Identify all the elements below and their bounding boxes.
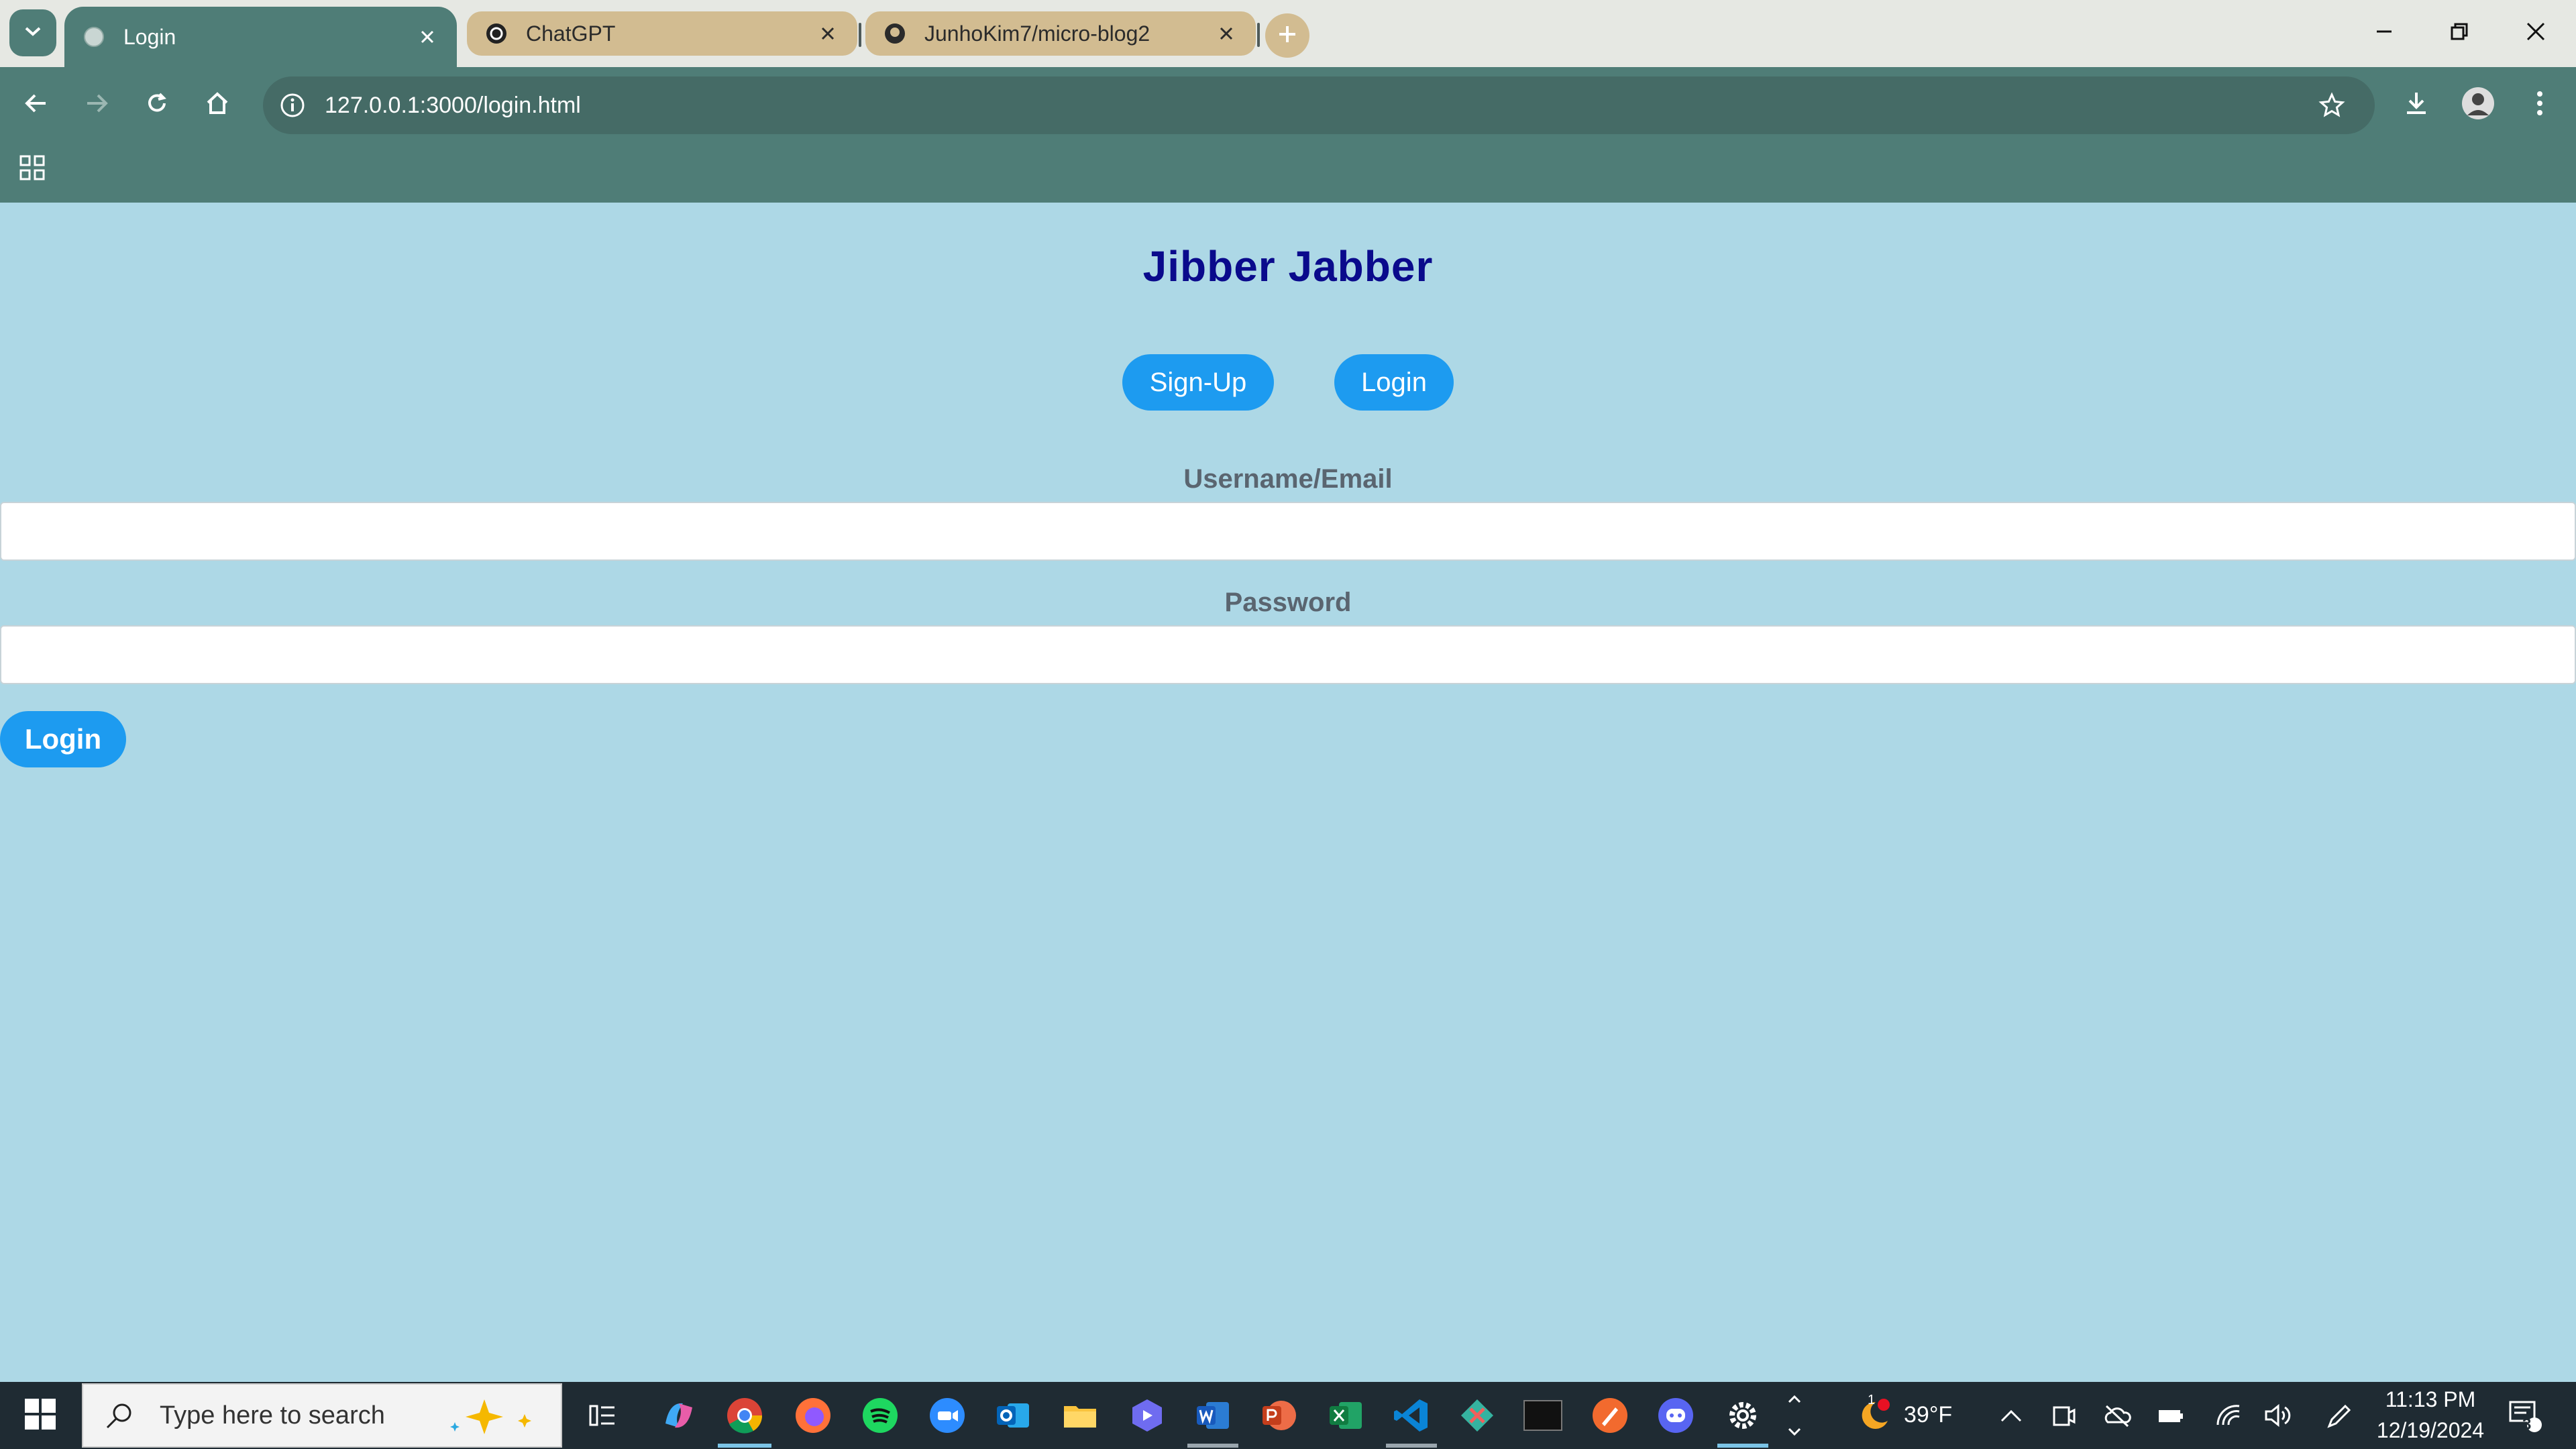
chevron-down-icon <box>23 25 42 42</box>
tab-search-button[interactable] <box>9 9 56 56</box>
copilot-sparkle-icon <box>444 1397 545 1437</box>
page-content: Jibber Jabber Sign-Up Login Username/Ema… <box>0 203 2576 1382</box>
powerpoint-icon[interactable] <box>1252 1389 1305 1442</box>
outlook-icon[interactable] <box>986 1389 1040 1442</box>
discord-icon[interactable] <box>1649 1389 1703 1442</box>
minimize-icon <box>2374 21 2394 45</box>
page-title: Jibber Jabber <box>1142 242 1434 290</box>
downloads-button[interactable] <box>2396 85 2436 125</box>
info-icon[interactable] <box>276 89 309 121</box>
restore-button[interactable] <box>2426 9 2493 56</box>
start-button[interactable] <box>13 1389 67 1442</box>
apps-button[interactable] <box>16 153 48 185</box>
draw-app-icon[interactable] <box>1583 1389 1637 1442</box>
address-bar[interactable]: 127.0.0.1:3000/login.html <box>263 76 2375 134</box>
close-icon[interactable] <box>816 21 840 46</box>
tab-chatgpt[interactable]: ChatGPT <box>467 11 857 56</box>
spotify-icon[interactable] <box>853 1389 907 1442</box>
restore-icon <box>2449 21 2469 45</box>
search-icon <box>99 1395 140 1436</box>
close-icon <box>2525 21 2546 46</box>
tab-title: Login <box>123 24 176 49</box>
username-label: Username/Email <box>1183 464 1393 494</box>
taskbar-scroll-icon[interactable] <box>1778 1389 1811 1442</box>
star-icon[interactable] <box>2316 89 2348 121</box>
home-button[interactable] <box>197 85 237 125</box>
arrow-right-icon <box>83 90 110 120</box>
tab-login[interactable]: Login <box>64 7 457 67</box>
reload-icon <box>144 90 170 120</box>
profile-button[interactable] <box>2458 85 2498 125</box>
plus-icon <box>1277 24 1297 48</box>
taskbar-search[interactable]: Type here to search <box>82 1383 562 1448</box>
terminal-icon[interactable] <box>1516 1389 1570 1442</box>
copilot-icon[interactable] <box>652 1389 706 1442</box>
tab-github[interactable]: JunhoKim7/micro-blog2 <box>865 11 1256 56</box>
notification-count: 3 <box>2522 1415 2532 1434</box>
forward-button[interactable] <box>76 85 117 125</box>
excel-icon[interactable] <box>1319 1389 1373 1442</box>
home-icon <box>204 90 231 120</box>
back-button[interactable] <box>16 85 56 125</box>
open-app-indicator <box>1386 1444 1437 1448</box>
chrome-icon[interactable] <box>718 1389 771 1442</box>
globe-icon <box>82 25 106 49</box>
username-field[interactable] <box>0 502 2576 561</box>
open-app-indicator <box>1187 1444 1238 1448</box>
snipping-tool-icon[interactable] <box>1450 1389 1504 1442</box>
reload-button[interactable] <box>137 85 177 125</box>
download-icon <box>2403 90 2430 120</box>
firefox-icon[interactable] <box>786 1389 840 1442</box>
signup-button[interactable]: Sign-Up <box>1122 354 1274 411</box>
login-submit-button[interactable]: Login <box>0 711 126 767</box>
task-view-icon[interactable] <box>576 1389 629 1442</box>
windows-logo-icon <box>25 1398 56 1433</box>
pen-icon[interactable] <box>2313 1389 2367 1442</box>
settings-gear-icon[interactable] <box>1716 1389 1770 1442</box>
zoom-icon[interactable] <box>920 1389 974 1442</box>
clock-time[interactable]: 11:13 PM <box>2380 1387 2481 1412</box>
tab-title: ChatGPT <box>526 21 616 46</box>
url-text[interactable]: 127.0.0.1:3000/login.html <box>325 93 581 119</box>
file-explorer-icon[interactable] <box>1053 1389 1107 1442</box>
close-window-button[interactable] <box>2502 9 2569 56</box>
openai-icon <box>484 21 508 46</box>
tab-separator <box>859 23 861 47</box>
kebab-menu-icon <box>2536 90 2544 120</box>
minimize-button[interactable] <box>2351 9 2418 56</box>
github-icon <box>883 21 907 46</box>
volume-icon[interactable] <box>2251 1389 2305 1442</box>
avatar <box>2461 86 2496 124</box>
vscode-icon[interactable] <box>1385 1389 1438 1442</box>
weather-badge: 1 <box>1868 1393 1876 1407</box>
active-app-indicator <box>1717 1444 1768 1448</box>
close-icon[interactable] <box>1214 21 1238 46</box>
chevron-up-icon[interactable] <box>1984 1389 2038 1442</box>
battery-icon[interactable] <box>2144 1389 2198 1442</box>
search-placeholder: Type here to search <box>160 1401 385 1430</box>
password-field[interactable] <box>0 625 2576 684</box>
active-app-indicator <box>718 1444 771 1448</box>
tab-separator <box>1257 23 1260 47</box>
menu-button[interactable] <box>2520 85 2560 125</box>
meet-now-icon[interactable] <box>2037 1389 2090 1442</box>
clock-date[interactable]: 12/19/2024 <box>2375 1418 2486 1443</box>
weather-temp[interactable]: 39°F <box>1904 1402 1952 1428</box>
clipchamp-icon[interactable] <box>1120 1389 1174 1442</box>
tab-title: JunhoKim7/micro-blog2 <box>924 21 1150 46</box>
word-icon[interactable] <box>1186 1389 1240 1442</box>
password-label: Password <box>1224 588 1352 617</box>
bookmarks-bar <box>0 136 2576 203</box>
arrow-left-icon <box>23 90 50 120</box>
login-nav-button[interactable]: Login <box>1334 354 1454 411</box>
wifi-icon[interactable] <box>2202 1389 2255 1442</box>
apps-grid-icon <box>19 154 46 184</box>
new-tab-button[interactable] <box>1265 13 1309 58</box>
onedrive-off-icon[interactable] <box>2090 1389 2144 1442</box>
close-icon[interactable] <box>415 25 439 49</box>
